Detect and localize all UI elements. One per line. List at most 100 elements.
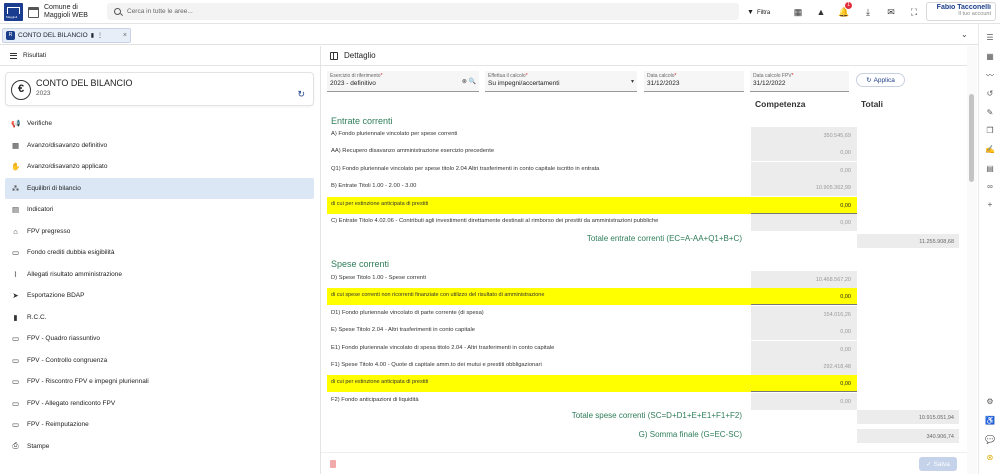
menu-item-8[interactable]: ➤ Esportazione BDAP xyxy=(5,285,314,307)
chevron-down-icon[interactable]: ⌄ xyxy=(961,30,968,39)
accessibility-icon[interactable]: ♿ xyxy=(984,415,996,427)
competenza-value[interactable]: 0,00 xyxy=(751,144,857,162)
competenza-value[interactable]: 0,00 xyxy=(751,340,857,358)
data-calcolo-field[interactable]: Data calcolo* 31/12/2023 xyxy=(644,71,744,92)
menu-item-9[interactable]: ▮ R.C.C. xyxy=(5,307,314,329)
filter-button[interactable]: ▼ Filtra xyxy=(747,6,780,19)
table-row: di cui spese correnti non ricorrenti fin… xyxy=(327,288,857,306)
download-icon[interactable]: ⤓ xyxy=(862,6,874,18)
refresh-icon[interactable]: ↻ xyxy=(297,89,305,100)
left-panel-title: Risultati xyxy=(23,52,47,59)
row-label: B) Entrate Titoli 1.00 - 2.00 - 3.00 xyxy=(331,183,417,190)
table-row: di cui per estinzione anticipata di pres… xyxy=(327,196,857,214)
tab-label: CONTO DEL BILANCIO xyxy=(18,32,88,39)
paperclip-icon: ⌇ xyxy=(13,269,18,279)
report-card[interactable]: € CONTO DEL BILANCIO 2023 ↻ xyxy=(5,72,314,106)
settings-icon[interactable]: ⚙ xyxy=(984,396,996,408)
menu-item-1[interactable]: ▦ Avanzo/disavanzo definitivo xyxy=(5,135,314,157)
link-icon[interactable]: ∞ xyxy=(984,181,996,193)
competenza-value[interactable]: 292.418,48 xyxy=(751,358,857,375)
trash-icon[interactable] xyxy=(330,460,336,468)
competenza-value[interactable]: 154.016,26 xyxy=(751,305,857,323)
competenza-value[interactable]: 0,00 xyxy=(751,375,857,393)
competenza-value[interactable]: 0,00 xyxy=(751,196,857,214)
sidebar-toggle-icon[interactable] xyxy=(330,51,338,60)
panel-divider[interactable] xyxy=(320,46,321,474)
calculator-icon: ▦ xyxy=(11,140,20,150)
list-icon[interactable]: ☰ xyxy=(984,32,996,44)
maggioli-logo[interactable]: Maggioli xyxy=(4,3,23,21)
filter-icon: ▼ xyxy=(747,9,754,16)
detail-scrollbar[interactable] xyxy=(967,46,977,474)
menu-item-7[interactable]: ⌇ Allegati risultato amministrazione xyxy=(5,264,314,286)
credit-card-icon: ▭ xyxy=(11,420,20,430)
effettua-calcolo-select[interactable]: Effettua il calcolo* Su impegni/accertam… xyxy=(485,71,637,92)
global-search[interactable]: Cerca in tutte le aree... xyxy=(107,3,739,20)
menu-item-15[interactable]: ⎙ Stampe xyxy=(5,436,314,458)
table-row: B) Entrate Titoli 1.00 - 2.00 - 3.00 10.9… xyxy=(327,179,857,197)
menu-item-3[interactable]: ⁂ Equilibri di bilancio xyxy=(5,177,314,199)
scroll-thumb[interactable] xyxy=(969,94,974,182)
esercizio-field[interactable]: Esercizio di riferimento* 2023 - definit… xyxy=(327,71,479,92)
competenza-value[interactable]: 0,00 xyxy=(751,214,857,231)
table-row: C) Entrate Titolo 4.02.06 - Contributi a… xyxy=(327,214,857,231)
menu-item-label: Avanzo/disavanzo applicato xyxy=(27,163,108,171)
notification-badge: 1 xyxy=(845,2,852,9)
menu-item-6[interactable]: ▭ Fondo crediti dubbia esigibilità xyxy=(5,242,314,264)
competenza-value[interactable]: 0,00 xyxy=(751,288,857,306)
section-entrate-correnti: Entrate correnti xyxy=(331,116,393,126)
send-icon: ➤ xyxy=(12,291,19,301)
tab-conto-del-bilancio[interactable]: R CONTO DEL BILANCIO ▮ ⋮ × xyxy=(2,28,131,43)
tab-bar: R CONTO DEL BILANCIO ▮ ⋮ × ⌄ xyxy=(0,25,978,45)
menu-item-label: Equilibri di bilancio xyxy=(27,184,81,192)
competenza-value[interactable]: 10.905.362,99 xyxy=(751,179,857,197)
salva-button[interactable]: ✓ Salva xyxy=(919,457,957,471)
close-icon[interactable]: × xyxy=(123,32,127,39)
more-icon[interactable]: ⋮ xyxy=(97,32,103,39)
apps-grid-icon[interactable]: ▦ xyxy=(792,6,804,18)
menu-item-2[interactable]: ✋ Avanzo/disavanzo applicato xyxy=(5,156,314,178)
user-account-button[interactable]: Fabio Tacconelli Il tuo account xyxy=(926,2,996,21)
trend-icon[interactable]: 〰 xyxy=(984,70,996,82)
competenza-value[interactable]: 350.545,69 xyxy=(751,127,857,144)
competenza-value[interactable]: 0,00 xyxy=(751,323,857,341)
menu-item-13[interactable]: ▭ FPV - Allegato rendiconto FPV xyxy=(5,393,314,415)
tools-icon[interactable]: ✎ xyxy=(984,107,996,119)
menu-item-10[interactable]: ▭ FPV - Quadro riassuntivo xyxy=(5,328,314,350)
mail-icon[interactable]: ✉ xyxy=(885,6,897,18)
results-menu: 📢 Verifiche ▦ Avanzo/disavanzo definitivo ✋ A… xyxy=(5,113,314,457)
chat-icon[interactable]: 💬 xyxy=(984,434,996,446)
grid-icon[interactable]: ▦ xyxy=(984,51,996,63)
pin-icon[interactable]: ▮ xyxy=(91,32,94,39)
add-icon[interactable]: + xyxy=(984,199,996,211)
competenza-value[interactable]: 0,00 xyxy=(751,392,857,410)
clear-search-icons[interactable]: ⊗ 🔍 xyxy=(462,78,476,85)
menu-icon[interactable] xyxy=(10,52,17,59)
menu-item-11[interactable]: ▭ FPV - Controllo congruenza xyxy=(5,350,314,372)
credit-card-icon: ▭ xyxy=(11,377,20,387)
table-row: di cui per estinzione anticipata di pres… xyxy=(327,375,857,393)
applica-button[interactable]: ↻ Applica xyxy=(856,73,905,87)
menu-item-14[interactable]: ▭ FPV - Reimputazione xyxy=(5,414,314,436)
brand[interactable]: Comune di Maggioli WEB xyxy=(28,3,88,21)
menu-item-label: FPV - Quadro riassuntivo xyxy=(27,335,100,343)
row-label: E) Spese Titolo 2.04 - Altri trasferimen… xyxy=(331,327,476,334)
menu-item-4[interactable]: ▤ Indicatori xyxy=(5,199,314,221)
competenza-value[interactable]: 0,00 xyxy=(751,161,857,179)
fullscreen-icon[interactable]: ⛶ xyxy=(908,6,920,18)
menu-item-5[interactable]: ⌂ FPV pregresso xyxy=(5,221,314,243)
history-icon[interactable]: ↺ xyxy=(984,88,996,100)
competenza-value[interactable]: 10.468.567,20 xyxy=(751,271,857,288)
copy-icon[interactable]: ❐ xyxy=(984,125,996,137)
menu-item-0[interactable]: 📢 Verifiche xyxy=(5,113,314,135)
search-input[interactable]: Cerca in tutte le aree... xyxy=(127,8,193,15)
warning-icon[interactable]: ▲ xyxy=(815,6,827,18)
row-label: F1) Spese Titolo 4.00 - Quote di capital… xyxy=(331,362,542,368)
menu-item-12[interactable]: ▭ FPV - Riscontro FPV e impegni plurienna… xyxy=(5,371,314,393)
data-calcolo-fpv-field[interactable]: Data calcolo FPV* 31/12/2022 xyxy=(750,71,849,92)
document-icon[interactable]: ▤ xyxy=(984,163,996,175)
check-icon: ✓ xyxy=(926,461,932,468)
help-icon[interactable]: ⊛ xyxy=(984,452,996,464)
menu-item-label: Allegati risultato amministrazione xyxy=(27,270,123,278)
edit-doc-icon[interactable]: ✍ xyxy=(984,144,996,156)
